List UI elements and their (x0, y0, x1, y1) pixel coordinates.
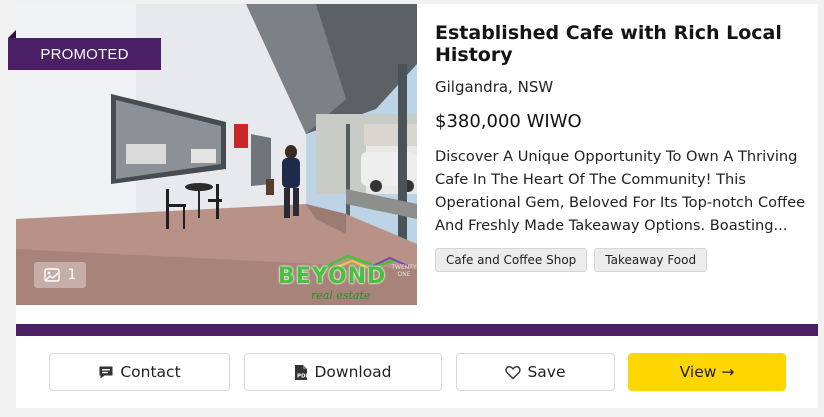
action-bar: Contact PDF Download Save View → (49, 353, 789, 391)
badge-fold (8, 30, 16, 38)
download-label: Download (314, 363, 392, 381)
listing-location: Gilgandra, NSW (435, 78, 554, 96)
view-label: View → (679, 363, 735, 381)
chat-bubble-icon (98, 365, 114, 380)
listing-description: Discover A Unique Opportunity To Own A T… (435, 148, 806, 234)
category-tags: Cafe and Coffee Shop Takeaway Food (435, 248, 805, 272)
photo-count-badge[interactable]: 1 (34, 262, 86, 288)
svg-text:PDF: PDF (297, 373, 308, 379)
save-label: Save (527, 363, 566, 381)
logo-twenty-one: TWENTY ONE (391, 264, 417, 278)
view-button[interactable]: View → (628, 353, 786, 391)
save-button[interactable]: Save (456, 353, 615, 391)
listing-details: Established Cafe with Rich Local History… (435, 22, 805, 272)
listing-title[interactable]: Established Cafe with Rich Local History (435, 22, 805, 66)
download-button[interactable]: PDF Download (244, 353, 442, 391)
contact-button[interactable]: Contact (49, 353, 230, 391)
category-tag[interactable]: Takeaway Food (594, 248, 708, 272)
logo-subtitle: real estate (311, 289, 371, 302)
agency-logo: BEYOND TWENTY ONE real estate (278, 252, 417, 304)
category-tag[interactable]: Cafe and Coffee Shop (435, 248, 588, 272)
promoted-badge: PROMOTED (8, 38, 161, 70)
photo-count-value: 1 (67, 267, 77, 283)
pdf-file-icon: PDF (294, 364, 308, 381)
contact-label: Contact (120, 363, 181, 381)
logo-wordmark: BEYOND (278, 264, 387, 289)
image-icon (43, 268, 60, 282)
heart-outline-icon (505, 365, 522, 380)
listing-price: $380,000 WIWO (435, 111, 582, 132)
purple-divider (16, 324, 818, 336)
